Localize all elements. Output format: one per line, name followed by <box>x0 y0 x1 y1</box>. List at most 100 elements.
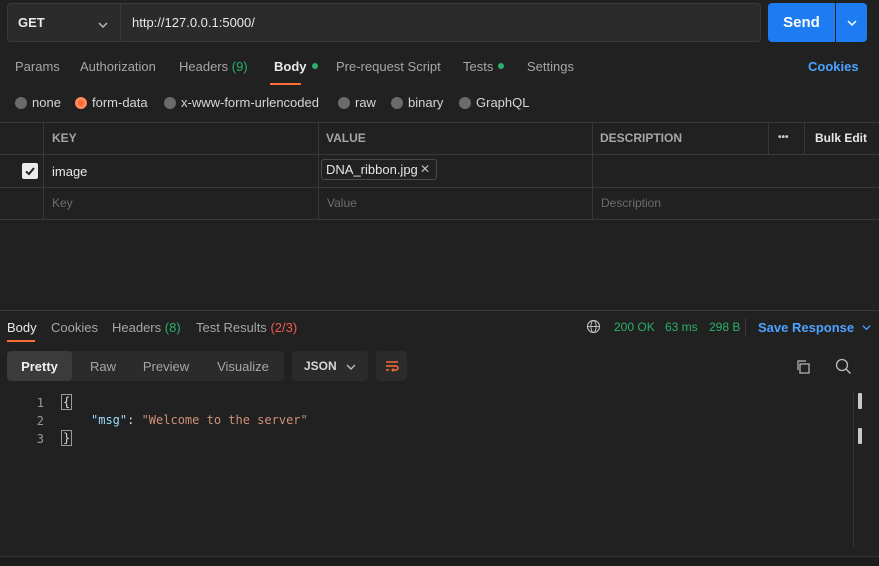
radio-raw-label: raw <box>355 95 376 110</box>
cookies-link[interactable]: Cookies <box>808 59 859 74</box>
radio-binary-label: binary <box>408 95 444 110</box>
checkmark-icon <box>25 167 35 176</box>
json-line[interactable]: "msg": "Welcome to the server" <box>91 413 308 427</box>
test-results-label: Test Results <box>196 320 267 335</box>
radio-circle <box>459 96 471 109</box>
globe-icon[interactable] <box>586 319 601 337</box>
format-label: JSON <box>304 359 337 373</box>
json-open-brace[interactable]: { <box>61 394 73 410</box>
tab-tests[interactable]: Tests <box>463 59 505 74</box>
radio-x-www-form-urlencoded[interactable]: x-www-form-urlencoded <box>164 95 319 110</box>
table-border <box>0 154 879 155</box>
save-response-label: Save Response <box>758 320 855 335</box>
json-colon: : <box>127 413 142 427</box>
radio-circle-selected <box>75 96 87 109</box>
response-headers-label: Headers <box>112 320 162 335</box>
file-chip[interactable]: DNA_ribbon.jpg ✕ <box>321 159 437 180</box>
status-bar <box>0 556 879 566</box>
table-border <box>43 122 44 219</box>
more-options-button[interactable]: ••• <box>778 132 789 143</box>
view-pretty-button[interactable]: Pretty <box>7 351 72 381</box>
response-tab-body[interactable]: Body <box>7 320 37 335</box>
response-tab-headers[interactable]: Headers (8) <box>112 320 181 335</box>
scrollbar-track[interactable] <box>853 391 854 547</box>
column-header-key: KEY <box>52 131 77 145</box>
tab-body[interactable]: Body <box>274 59 318 74</box>
table-border <box>592 122 593 219</box>
tab-headers[interactable]: Headers (9) <box>179 59 248 74</box>
view-raw-button[interactable]: Raw <box>75 351 131 381</box>
test-results-count: (2/3) <box>270 320 298 335</box>
active-response-tab-underline <box>7 340 35 342</box>
scrollbar-marker <box>858 428 862 444</box>
divider <box>745 318 746 336</box>
radio-circle <box>15 96 27 109</box>
radio-circle <box>338 96 350 109</box>
save-response-button[interactable]: Save Response <box>758 320 871 335</box>
chevron-down-icon <box>346 364 356 370</box>
method-label: GET <box>18 15 45 30</box>
line-number: 3 <box>36 432 44 446</box>
description-input-placeholder[interactable]: Description <box>601 196 661 210</box>
wrap-lines-button[interactable] <box>376 351 407 381</box>
chevron-down-icon <box>846 19 857 26</box>
view-visualize-button[interactable]: Visualize <box>206 351 280 381</box>
tab-body-label: Body <box>274 59 307 74</box>
bulk-edit-button[interactable]: Bulk Edit <box>815 131 867 145</box>
json-close-brace[interactable]: } <box>61 430 73 446</box>
chevron-down-icon <box>98 18 108 33</box>
tab-params[interactable]: Params <box>15 59 60 74</box>
send-button[interactable]: Send <box>768 3 835 42</box>
radio-form-data[interactable]: form-data <box>75 95 148 110</box>
copy-icon[interactable] <box>795 359 811 378</box>
key-input-placeholder[interactable]: Key <box>52 196 73 210</box>
value-input-placeholder[interactable]: Value <box>327 196 357 210</box>
column-header-value: VALUE <box>326 131 366 145</box>
radio-graphql[interactable]: GraphQL <box>459 95 529 110</box>
line-number: 1 <box>36 396 44 410</box>
chevron-down-icon <box>862 325 871 331</box>
close-icon[interactable]: ✕ <box>420 162 430 176</box>
table-border <box>0 187 879 188</box>
wrap-lines-icon <box>385 361 399 372</box>
table-border <box>0 219 879 220</box>
table-border <box>804 122 805 155</box>
status-code[interactable]: 200 OK <box>614 320 655 334</box>
tab-headers-label: Headers <box>179 59 229 74</box>
table-border <box>768 122 769 155</box>
tab-settings[interactable]: Settings <box>527 59 574 74</box>
view-mode-group: Pretty Raw Preview Visualize <box>7 351 284 381</box>
column-header-description: DESCRIPTION <box>600 131 683 145</box>
tab-tests-label: Tests <box>463 59 494 74</box>
radio-circle <box>391 96 403 109</box>
row-key[interactable]: image <box>52 164 87 179</box>
send-options-button[interactable] <box>836 3 867 42</box>
row-checkbox[interactable] <box>22 163 38 179</box>
radio-urlencoded-label: x-www-form-urlencoded <box>181 95 319 110</box>
table-border <box>318 122 319 219</box>
view-preview-button[interactable]: Preview <box>133 351 199 381</box>
radio-binary[interactable]: binary <box>391 95 443 110</box>
json-key: "msg" <box>91 413 128 427</box>
file-name: DNA_ribbon.jpg <box>326 162 418 177</box>
body-indicator-dot <box>311 63 318 69</box>
radio-form-data-label: form-data <box>92 95 148 110</box>
tests-indicator-dot <box>498 63 505 69</box>
tab-pre-request-script[interactable]: Pre-request Script <box>336 59 441 74</box>
radio-none-label: none <box>32 95 61 110</box>
search-icon[interactable] <box>835 358 852 378</box>
tab-authorization[interactable]: Authorization <box>80 59 156 74</box>
response-tab-test-results[interactable]: Test Results (2/3) <box>196 320 297 335</box>
url-input[interactable]: http://127.0.0.1:5000/ <box>121 3 761 42</box>
response-tab-cookies[interactable]: Cookies <box>51 320 98 335</box>
radio-none[interactable]: none <box>15 95 61 110</box>
table-border <box>0 122 879 123</box>
radio-raw[interactable]: raw <box>338 95 376 110</box>
headers-count: (9) <box>231 59 248 74</box>
scrollbar-thumb[interactable] <box>858 393 862 409</box>
response-time[interactable]: 63 ms <box>665 320 698 334</box>
response-size[interactable]: 298 B <box>709 320 740 334</box>
method-select[interactable]: GET <box>7 3 121 42</box>
response-divider[interactable] <box>0 310 879 311</box>
format-select[interactable]: JSON <box>292 351 368 381</box>
